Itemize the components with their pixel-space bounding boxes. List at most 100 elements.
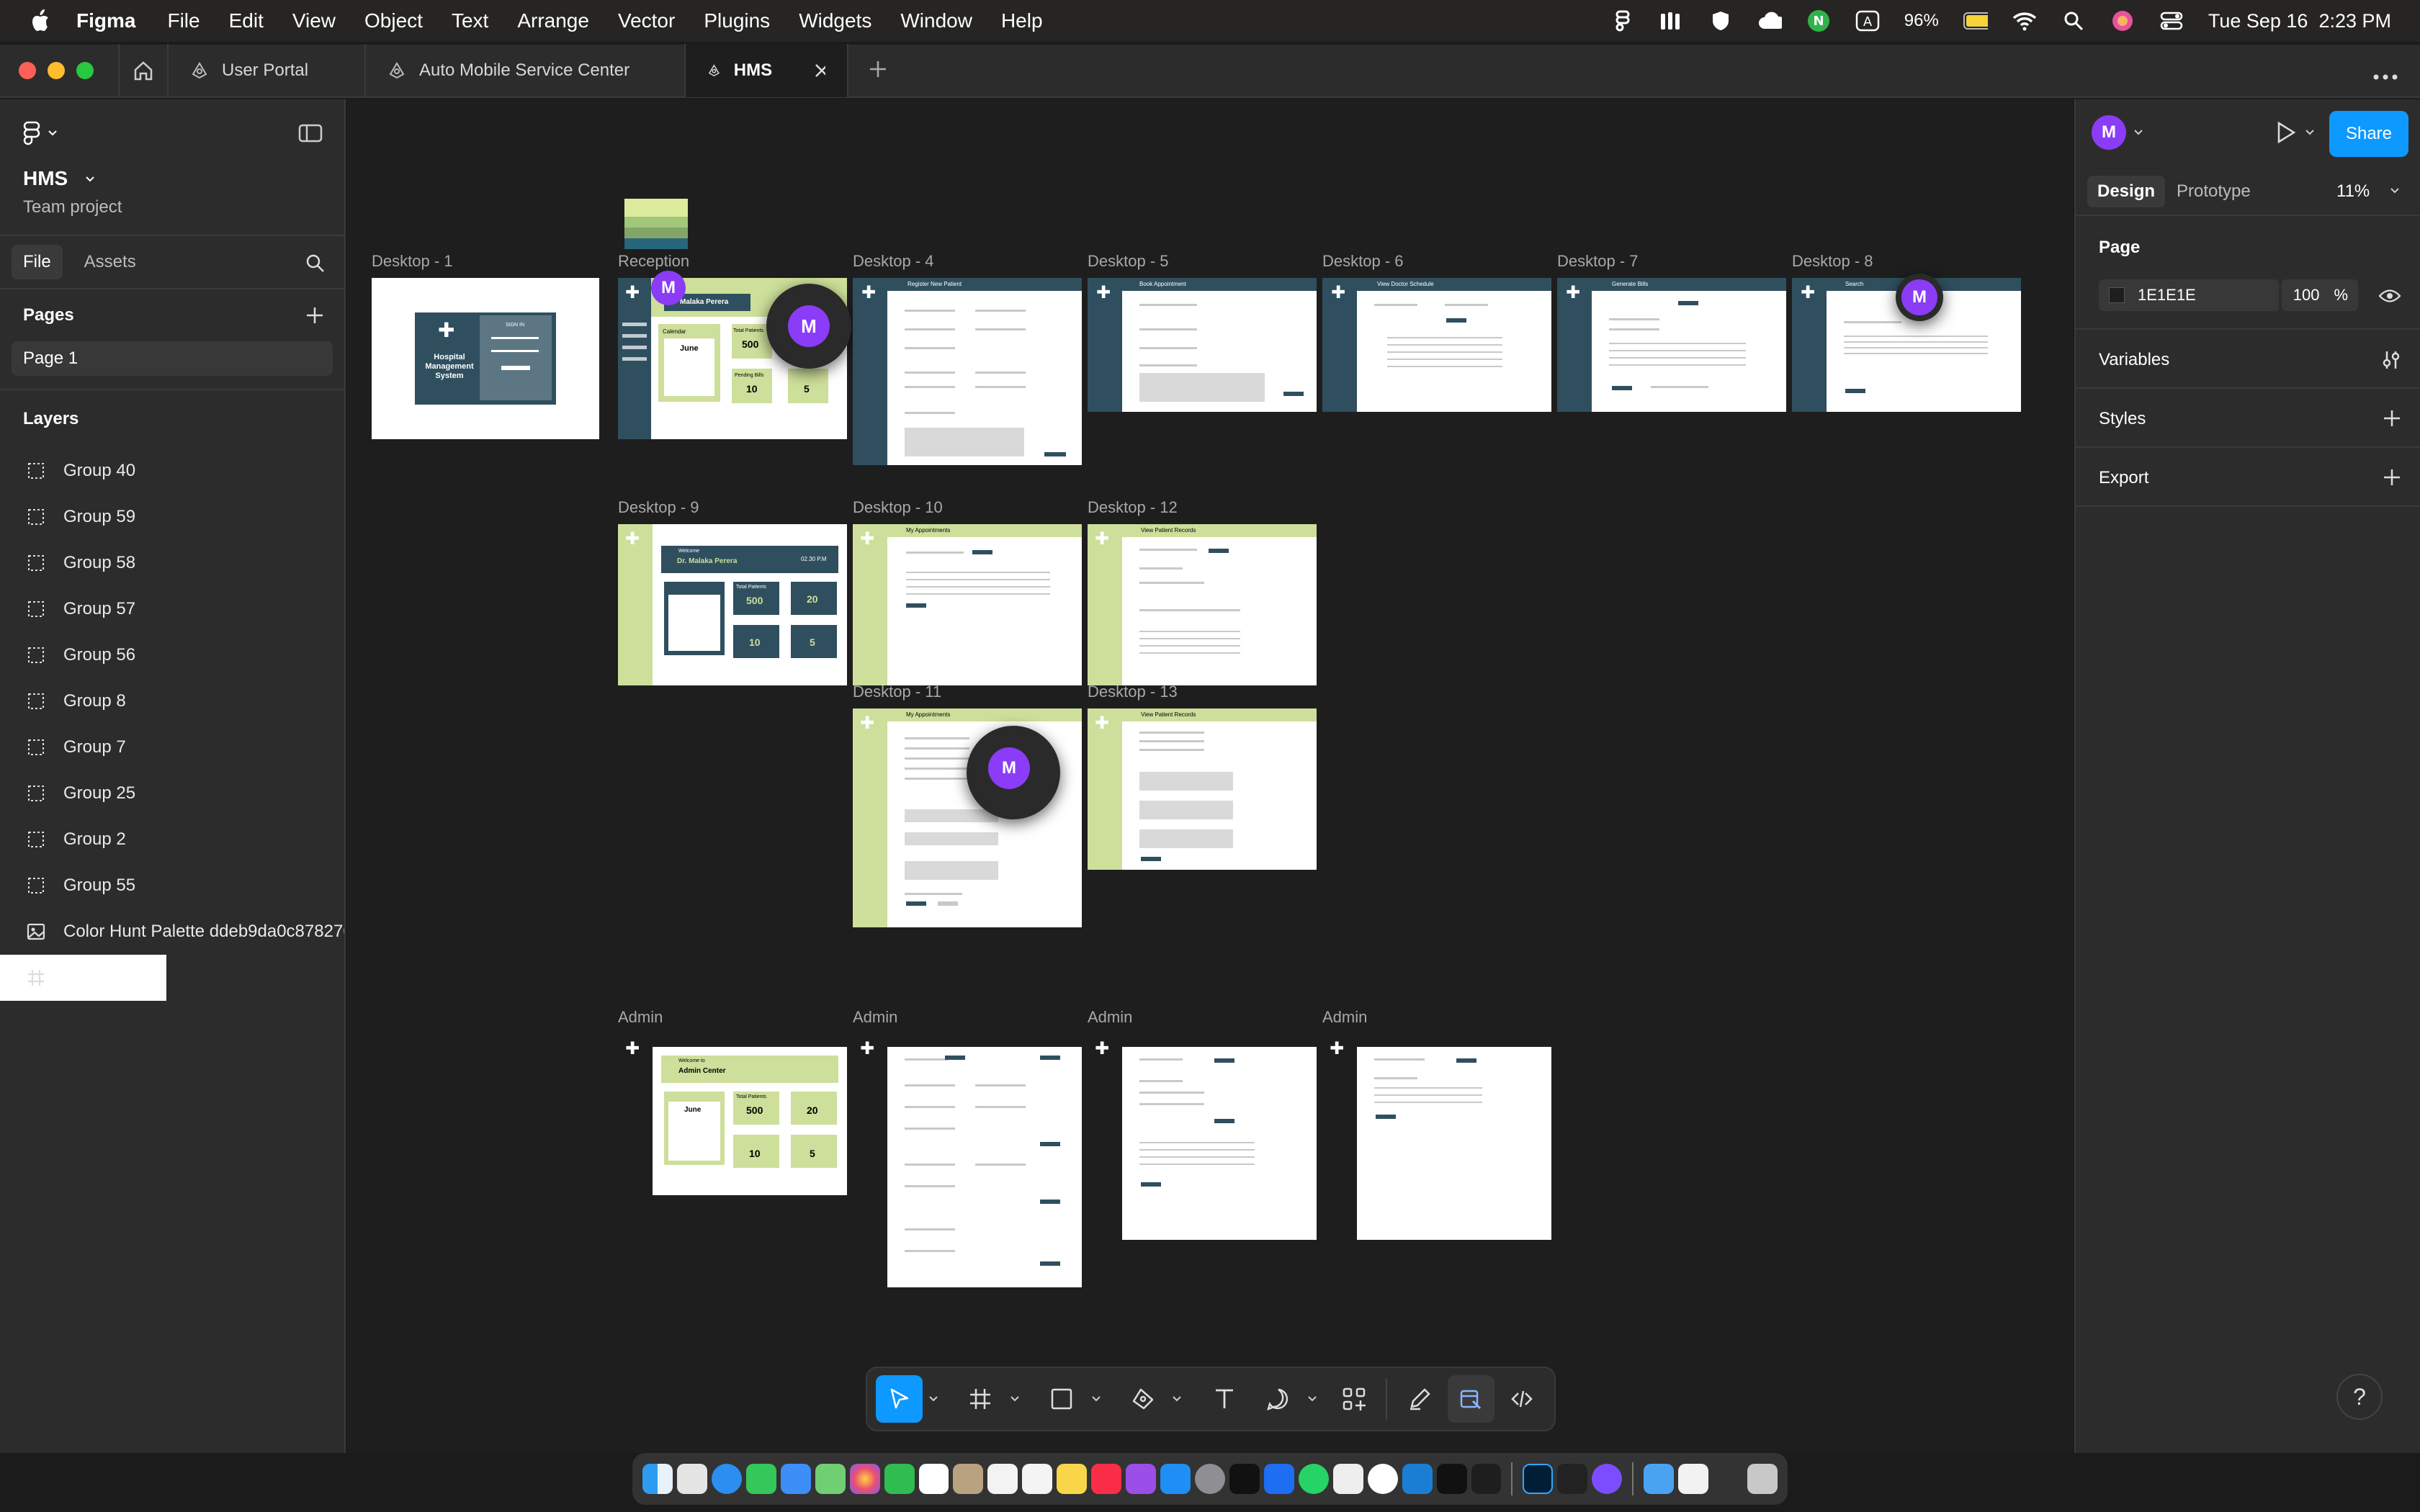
menu-plugins[interactable]: Plugins	[704, 9, 770, 32]
frame-admin-appointments[interactable]: ✚	[1322, 1034, 1551, 1240]
tab-user-portal[interactable]: User Portal	[169, 44, 366, 97]
menu-arrange[interactable]: Arrange	[517, 9, 589, 32]
rectangle-tool-button[interactable]	[1039, 1375, 1085, 1423]
visibility-eye-icon[interactable]	[2378, 288, 2401, 304]
dock-app-freeform[interactable]	[1022, 1464, 1053, 1494]
tab-assets[interactable]: Assets	[73, 245, 148, 279]
frame-tool-menu[interactable]	[1004, 1375, 1026, 1423]
dock-app-chatgpt[interactable]	[1367, 1464, 1398, 1494]
layer-item[interactable]: Group 2	[0, 816, 344, 863]
menu-window[interactable]: Window	[900, 9, 972, 32]
chevron-down-icon[interactable]	[85, 176, 95, 183]
dock-app-maps[interactable]	[815, 1464, 846, 1494]
home-button[interactable]	[118, 44, 169, 97]
layer-item[interactable]: Group 56	[0, 632, 344, 678]
frame-desktop-1[interactable]: ✚ Hospital Management System SIGN IN	[372, 278, 599, 439]
tab-auto-mobile-service-center[interactable]: Auto Mobile Service Center	[366, 44, 686, 97]
input-source-icon[interactable]: A	[1855, 10, 1880, 32]
menu-help[interactable]: Help	[1001, 9, 1043, 32]
menu-app-figma[interactable]: Figma	[76, 9, 135, 32]
dock-app-app-store[interactable]	[1160, 1464, 1191, 1494]
toggle-sidebar-button[interactable]	[298, 124, 323, 146]
share-button[interactable]: Share	[2329, 111, 2408, 157]
help-button[interactable]: ?	[2336, 1374, 2383, 1420]
cloud-tray-icon[interactable]	[1757, 10, 1782, 32]
frame-label-desktop-10[interactable]: Desktop - 10	[853, 498, 943, 517]
layer-item[interactable]: Group 55	[0, 863, 344, 909]
dock-app-launchpad[interactable]	[676, 1464, 707, 1494]
dock-app-facetime[interactable]	[884, 1464, 915, 1494]
layer-item[interactable]: Group 57	[0, 586, 344, 632]
wifi-icon[interactable]	[2012, 10, 2037, 32]
frame-desktop-5[interactable]: ✚ Book Appointment	[1088, 278, 1317, 412]
zoom-level[interactable]: 11%	[2336, 181, 2370, 202]
draw-mode-button[interactable]	[1396, 1375, 1443, 1423]
dock-app-mail[interactable]	[780, 1464, 811, 1494]
dock-app-whatsapp[interactable]	[1298, 1464, 1329, 1494]
tab-file[interactable]: File	[12, 245, 63, 279]
frame-label-desktop-4[interactable]: Desktop - 4	[853, 252, 934, 271]
n-app-tray-icon[interactable]: N	[1806, 10, 1831, 32]
shield-tray-icon[interactable]	[1708, 10, 1733, 32]
dev-mode-button[interactable]	[1499, 1375, 1546, 1423]
add-export-icon[interactable]	[2383, 468, 2401, 487]
dock-app-figma[interactable]	[1471, 1464, 1502, 1494]
frame-desktop-9[interactable]: ✚ Welcome Dr. Malaka Perera 02.30 P.M To…	[618, 524, 847, 685]
comment-tool-menu[interactable]	[1302, 1375, 1324, 1423]
dock-app-tv[interactable]	[1229, 1464, 1260, 1494]
dock-app-downloads-folder[interactable]	[1644, 1464, 1675, 1494]
color-hunt-palette-image[interactable]	[624, 199, 688, 249]
figma-tray-icon[interactable]	[1610, 10, 1635, 32]
menubar-clock[interactable]: Tue Sep 16 2:23 PM	[2208, 10, 2391, 32]
dock-app-contacts[interactable]	[953, 1464, 984, 1494]
page-opacity-field[interactable]: 100 %	[2282, 279, 2358, 311]
page-color-field[interactable]: 1E1E1E	[2099, 279, 2279, 311]
menu-object[interactable]: Object	[364, 9, 423, 32]
layer-item[interactable]: Group 8	[0, 678, 344, 724]
frame-label-admin[interactable]: Admin	[1322, 1008, 1367, 1027]
dock-app-podcasts[interactable]	[1126, 1464, 1157, 1494]
search-icon[interactable]	[305, 253, 326, 274]
dock-app-trash[interactable]	[1747, 1464, 1778, 1494]
layer-item[interactable]: Group 40	[0, 448, 344, 494]
layer-item[interactable]: Group 25	[0, 770, 344, 816]
frame-desktop-10[interactable]: ✚ My Appointments	[853, 524, 1082, 685]
design-mode-button[interactable]	[1447, 1375, 1494, 1423]
new-tab-button[interactable]	[869, 60, 887, 82]
more-options-button[interactable]	[2372, 59, 2398, 87]
frame-desktop-6[interactable]: ✚ View Doctor Schedule	[1322, 278, 1551, 412]
spotlight-search-icon[interactable]	[2061, 10, 2086, 32]
close-tab-icon[interactable]	[814, 63, 825, 78]
dock-app-safari[interactable]	[711, 1464, 742, 1494]
text-tool-button[interactable]	[1201, 1375, 1247, 1423]
frame-label-admin[interactable]: Admin	[618, 1008, 663, 1027]
battery-icon[interactable]	[1963, 10, 1988, 32]
dock-app-calendar[interactable]	[918, 1464, 949, 1494]
present-button[interactable]	[2276, 121, 2315, 144]
variables-settings-icon[interactable]	[2381, 350, 2401, 370]
move-tool-menu[interactable]	[923, 1375, 944, 1423]
frame-desktop-7[interactable]: ✚ Generate Bills	[1557, 278, 1786, 412]
frame-label-admin[interactable]: Admin	[1088, 1008, 1132, 1027]
tab-hms[interactable]: HMS	[686, 44, 848, 97]
layer-item[interactable]: Color Hunt Palette ddeb9da0c878276	[0, 909, 344, 955]
menu-vector[interactable]: Vector	[618, 9, 675, 32]
collaborator-avatar[interactable]: M	[1901, 279, 1937, 315]
frame-label-desktop-8[interactable]: Desktop - 8	[1792, 252, 1873, 271]
page-item-page-1[interactable]: Page 1	[12, 341, 333, 376]
layer-item[interactable]: Group 59	[0, 494, 344, 540]
minimize-window-button[interactable]	[48, 62, 65, 79]
frame-tool-button[interactable]	[957, 1375, 1004, 1423]
frame-desktop-13[interactable]: ✚ View Patient Records	[1088, 708, 1317, 870]
bars-tray-icon[interactable]	[1659, 10, 1684, 32]
frame-label-admin[interactable]: Admin	[853, 1008, 897, 1027]
dock-app-xcode[interactable]	[1263, 1464, 1294, 1494]
dock-app-photoshop[interactable]	[1523, 1464, 1554, 1494]
menu-view[interactable]: View	[292, 9, 336, 32]
dock-app-photos[interactable]	[849, 1464, 880, 1494]
tab-prototype[interactable]: Prototype	[2177, 181, 2251, 202]
dock-app-messages[interactable]	[745, 1464, 776, 1494]
dock-app-terminal[interactable]	[1557, 1464, 1588, 1494]
frame-label-desktop-13[interactable]: Desktop - 13	[1088, 683, 1178, 701]
dock-app-recent-screenshot[interactable]	[1713, 1464, 1744, 1494]
